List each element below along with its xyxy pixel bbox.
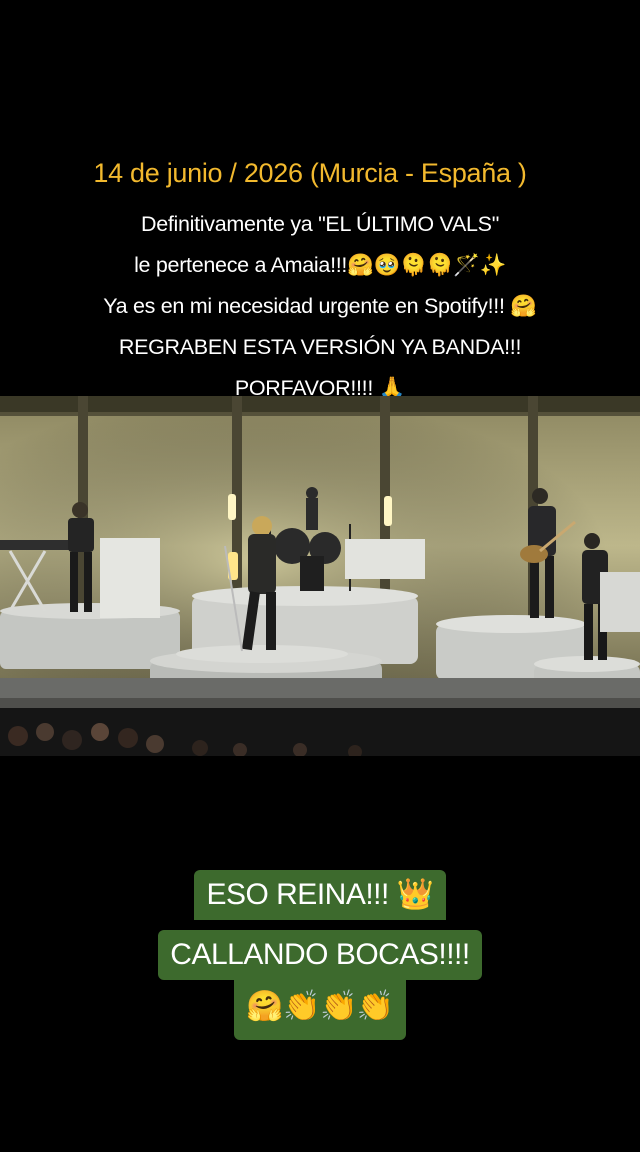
sticker-text: CALLANDO BOCAS!!!!	[158, 930, 482, 980]
caption-text: Definitivamente ya "EL ÚLTIMO VALS" le p…	[0, 204, 640, 409]
concert-photo	[0, 396, 640, 756]
sticker-text: 🤗👏👏👏	[234, 980, 406, 1040]
date-location-line: 14 de junio / 2026 (Murcia - España )	[93, 158, 527, 188]
caption-line: Definitivamente ya "EL ÚLTIMO VALS"	[140, 212, 500, 236]
sticker-line: ESO REINA!!! 👑	[0, 870, 640, 920]
sticker-line: 🤗👏👏👏	[0, 980, 640, 1040]
caption-line: REGRABEN ESTA VERSIÓN YA BANDA!!!	[118, 335, 522, 359]
sticker-line: CALLANDO BOCAS!!!!	[0, 930, 640, 980]
caption-line: Ya es en mi necesidad urgente en Spotify…	[103, 294, 537, 318]
caption-line: le pertenece a Amaia!!!🤗🥹🫠🫠🪄✨	[134, 253, 506, 277]
sticker-text: ESO REINA!!! 👑	[194, 870, 446, 920]
